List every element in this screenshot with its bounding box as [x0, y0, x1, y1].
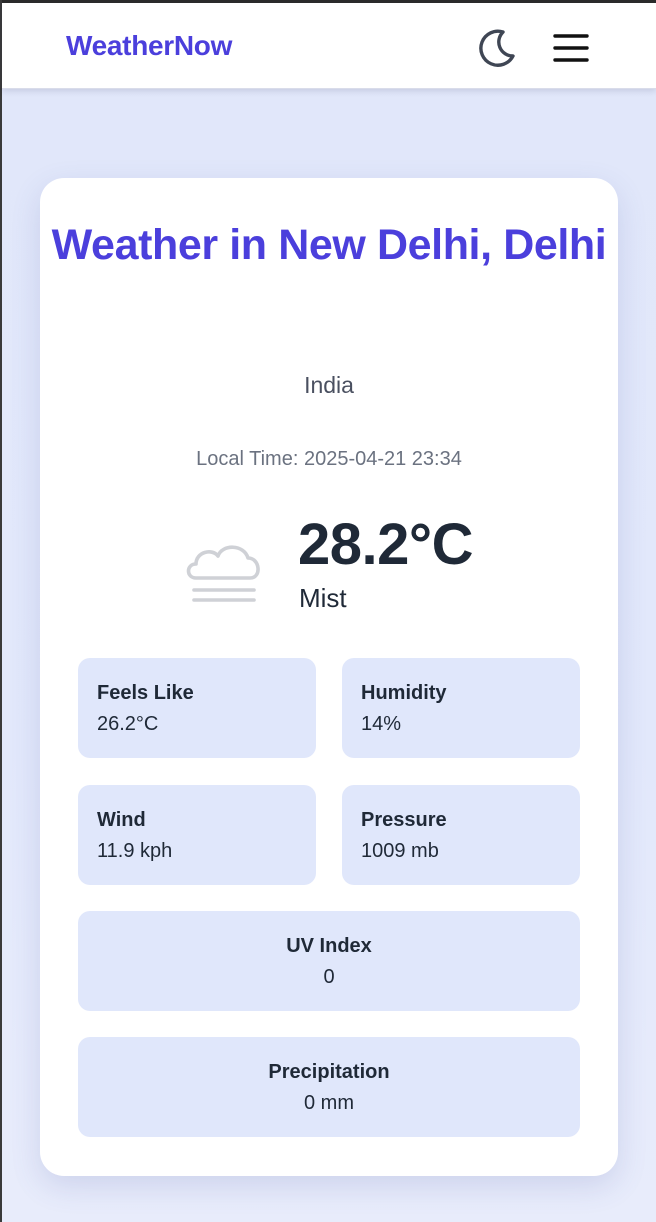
stat-pressure: Pressure 1009 mb	[342, 785, 580, 885]
stat-wind: Wind 11.9 kph	[78, 785, 316, 885]
stat-humidity: Humidity 14%	[342, 658, 580, 758]
mist-cloud-icon	[186, 545, 260, 602]
brand-logo[interactable]: WeatherNow	[66, 30, 232, 62]
window-frame-left	[0, 0, 2, 1222]
hamburger-menu-icon	[553, 34, 589, 62]
condition-text: Mist	[299, 583, 347, 613]
stat-value: 14%	[361, 713, 402, 735]
current-temperature: 28.2°C	[298, 512, 473, 577]
stat-value: 11.9 kph	[97, 840, 173, 862]
country-label: India	[304, 372, 354, 398]
local-time: Local Time: 2025-04-21 23:34	[196, 448, 462, 470]
stat-label: UV Index	[286, 935, 372, 957]
theme-toggle-button[interactable]	[474, 25, 520, 71]
stat-label: Wind	[97, 809, 146, 831]
stat-label: Pressure	[361, 809, 447, 831]
weather-card: Weather in New Delhi, Delhi India Local …	[40, 178, 618, 1176]
stat-label: Precipitation	[268, 1061, 390, 1083]
stat-precipitation: Precipitation 0 mm	[78, 1037, 580, 1137]
stat-value: 1009 mb	[361, 840, 439, 862]
stat-label: Feels Like	[97, 682, 194, 704]
top-navbar: WeatherNow	[2, 3, 656, 89]
moon-icon	[479, 29, 515, 67]
location-title: Weather in New Delhi, Delhi	[51, 221, 607, 269]
stat-value: 0 mm	[304, 1092, 354, 1114]
stat-label: Humidity	[361, 682, 447, 704]
stat-value: 0	[323, 966, 335, 988]
stat-uv-index: UV Index 0	[78, 911, 580, 1011]
stat-value: 26.2°C	[97, 713, 159, 735]
menu-button[interactable]	[548, 25, 594, 71]
stat-feels-like: Feels Like 26.2°C	[78, 658, 316, 758]
